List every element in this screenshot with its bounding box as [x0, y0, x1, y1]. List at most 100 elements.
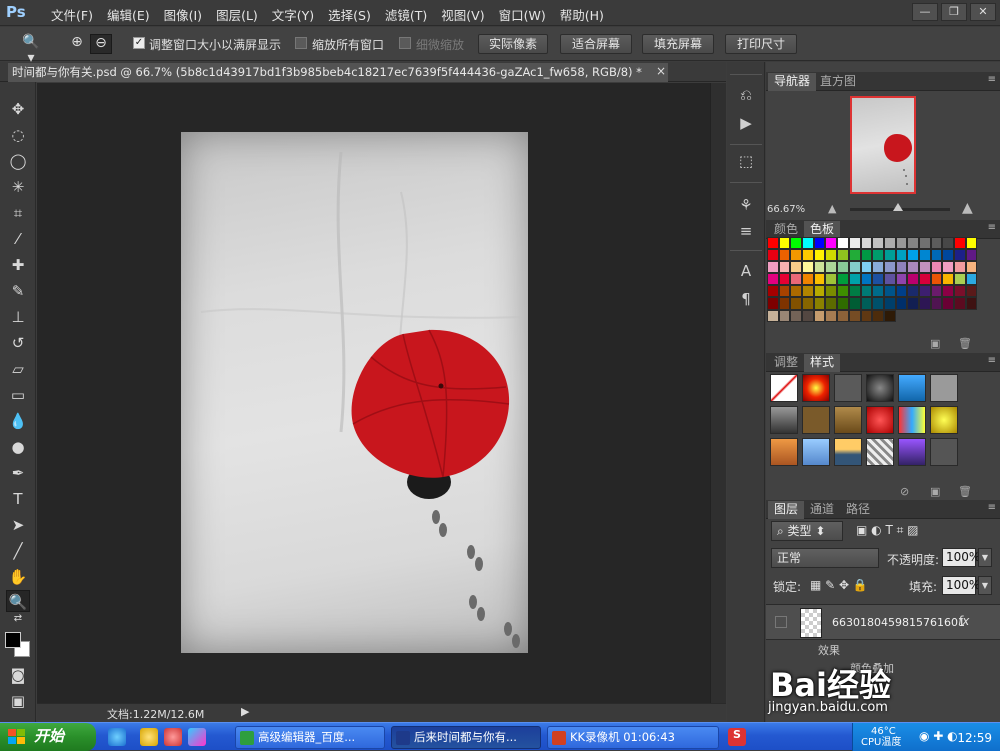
style-preset[interactable] [770, 406, 798, 434]
menu-view[interactable]: 视图(V) [434, 5, 491, 24]
color-swatch[interactable] [825, 297, 838, 310]
zoom-out-mountain-icon[interactable]: ▲ [828, 202, 836, 215]
color-swatch[interactable] [837, 285, 849, 298]
color-swatch[interactable] [802, 261, 814, 274]
color-swatch[interactable] [860, 297, 873, 310]
style-preset[interactable] [898, 406, 926, 434]
color-swatch[interactable] [954, 285, 966, 298]
color-swatch[interactable] [802, 237, 814, 250]
color-swatch[interactable] [837, 309, 849, 322]
color-swatch[interactable] [802, 285, 814, 298]
path-selection-tool-icon[interactable]: ➤ [6, 514, 30, 536]
color-swatch[interactable] [918, 249, 931, 262]
layer-effects-label[interactable]: 效果 [818, 642, 840, 658]
color-swatch[interactable] [790, 273, 803, 286]
document-tab[interactable]: 时间都与你有关.psd @ 66.7% (5b8c1d43917bd1f3b98… [8, 63, 668, 82]
mail-icon[interactable] [164, 728, 182, 746]
color-swatch[interactable] [813, 297, 826, 310]
color-swatch[interactable] [860, 285, 873, 298]
color-swatch[interactable] [907, 237, 919, 250]
canvas-area[interactable] [37, 83, 710, 703]
pen-tool-icon[interactable]: ✒ [6, 462, 30, 484]
zoom-in-mountain-icon[interactable]: ▲ [962, 200, 973, 216]
navigator-thumbnail[interactable] [850, 96, 916, 194]
healing-brush-tool-icon[interactable]: ✚ [6, 254, 30, 276]
style-preset[interactable] [930, 438, 958, 466]
history-panel-icon[interactable]: ⎌ [734, 84, 758, 106]
style-preset[interactable] [834, 438, 862, 466]
color-swatch[interactable] [837, 249, 849, 262]
color-swatch[interactable] [907, 285, 919, 298]
panel-menu-icon[interactable]: ≡ [988, 222, 996, 233]
tab-layers[interactable]: 图层 [768, 501, 805, 519]
vertical-scrollbar[interactable] [710, 83, 726, 703]
color-swatch[interactable] [825, 261, 838, 274]
menu-file[interactable]: 文件(F) [44, 5, 100, 24]
move-tool-icon[interactable]: ✥ [6, 98, 30, 120]
line-tool-icon[interactable]: ╱ [6, 540, 30, 562]
color-swatch[interactable] [860, 273, 873, 286]
scrubby-zoom-checkbox[interactable] [399, 37, 411, 49]
style-preset[interactable] [802, 438, 830, 466]
clone-stamp-tool-icon[interactable]: ⊥ [6, 306, 30, 328]
color-swatch[interactable] [813, 285, 826, 298]
menu-edit[interactable]: 编辑(E) [100, 5, 157, 24]
resize-windows-checkbox[interactable]: ✓ [133, 37, 145, 49]
color-swatch[interactable] [825, 237, 838, 250]
tab-styles[interactable]: 样式 [804, 354, 841, 372]
color-swatch[interactable] [872, 261, 884, 274]
color-swatch[interactable] [872, 297, 884, 310]
actual-pixels-button[interactable]: 实际像素 [478, 34, 548, 54]
foreground-color-swatch[interactable] [5, 632, 21, 648]
layer-visibility-toggle[interactable] [775, 616, 787, 628]
screen-mode-icon[interactable]: ▣ [6, 690, 30, 712]
paragraph-panel-icon[interactable]: ¶ [734, 288, 758, 310]
style-preset[interactable] [898, 374, 926, 402]
color-swatch[interactable] [965, 237, 978, 250]
color-swatch[interactable] [930, 285, 943, 298]
eyedropper-tool-icon[interactable]: ⁄ [6, 228, 30, 250]
color-swatch[interactable] [872, 285, 884, 298]
zoom-tool-preset-icon[interactable]: 🔍▾ [20, 34, 42, 66]
color-swatch[interactable] [883, 237, 896, 250]
history-brush-tool-icon[interactable]: ↺ [6, 332, 30, 354]
style-preset[interactable] [770, 438, 798, 466]
color-swatch[interactable] [767, 249, 779, 262]
color-swatch[interactable] [767, 297, 779, 310]
restore-button[interactable]: ❐ [941, 3, 967, 21]
color-swatch[interactable] [767, 285, 779, 298]
color-swatch[interactable] [930, 249, 943, 262]
ie-icon[interactable] [108, 728, 126, 746]
color-swatch[interactable] [883, 309, 896, 322]
color-swatch[interactable] [848, 249, 861, 262]
color-swatch[interactable] [778, 297, 791, 310]
character-panel-icon[interactable]: A [734, 260, 758, 282]
color-swatch[interactable] [883, 285, 896, 298]
color-swatch[interactable] [965, 249, 978, 262]
3d-panel-icon[interactable]: ⬚ [734, 150, 758, 172]
color-swatch[interactable] [813, 261, 826, 274]
color-swatch[interactable] [860, 249, 873, 262]
color-swatch[interactable] [837, 297, 849, 310]
color-swatch[interactable] [790, 285, 803, 298]
lasso-tool-icon[interactable]: ◯ [6, 150, 30, 172]
crop-tool-icon[interactable]: ⌗ [6, 202, 30, 224]
color-swatch[interactable] [895, 237, 908, 250]
color-swatch[interactable] [872, 309, 884, 322]
color-swatch[interactable] [965, 273, 978, 286]
style-preset[interactable] [834, 374, 862, 402]
status-menu-arrow-icon[interactable]: ▶ [241, 705, 249, 718]
color-swatch[interactable] [942, 297, 954, 310]
zoom-out-icon[interactable]: ⊖ [90, 34, 112, 54]
color-swatch[interactable] [802, 309, 814, 322]
color-swatch[interactable] [872, 273, 884, 286]
task-button-photoshop[interactable]: 后来时间都与你有... [391, 726, 541, 749]
type-tool-icon[interactable]: T [6, 488, 30, 510]
color-swatch[interactable] [942, 273, 954, 286]
brush-tool-icon[interactable]: ✎ [6, 280, 30, 302]
app-icon[interactable] [188, 728, 206, 746]
color-swatch[interactable] [942, 285, 954, 298]
color-swatch[interactable] [895, 297, 908, 310]
color-swatch[interactable] [813, 309, 826, 322]
clear-style-icon[interactable]: ⊘ [900, 485, 909, 498]
